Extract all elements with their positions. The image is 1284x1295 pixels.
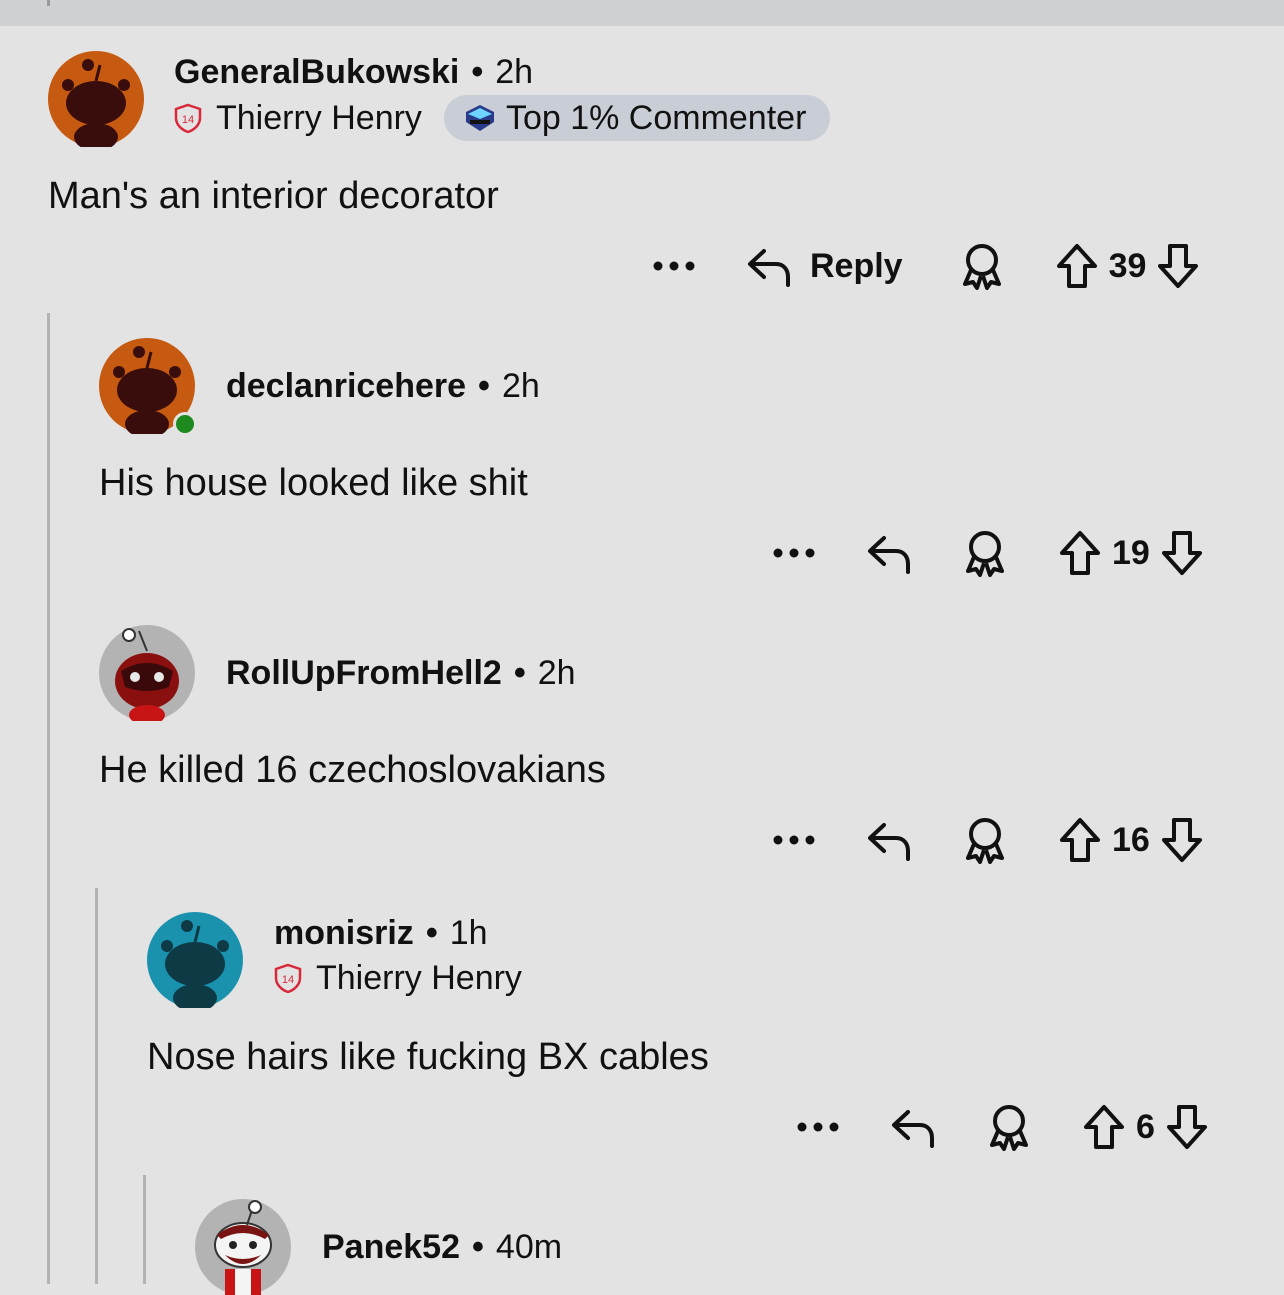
more-icon	[797, 1122, 839, 1132]
vote-count: 19	[1112, 533, 1150, 572]
downvote-button[interactable]	[1160, 816, 1204, 864]
upvote-icon	[1060, 531, 1100, 575]
comment-actions: 16	[772, 810, 1204, 870]
downvote-button[interactable]	[1156, 242, 1200, 290]
username[interactable]: monisriz	[274, 914, 414, 952]
comment-meta: Panek52 • 40m	[322, 1227, 562, 1267]
online-status-indicator	[173, 412, 197, 436]
comment-actions: Reply 39	[652, 236, 1200, 296]
more-icon	[773, 548, 815, 558]
avatar[interactable]	[99, 625, 195, 721]
custom-snoo-avatar-icon	[99, 625, 195, 721]
more-options-button[interactable]	[772, 547, 816, 559]
upvote-button[interactable]	[1058, 529, 1102, 577]
vote-count: 16	[1112, 820, 1150, 859]
award-button[interactable]	[962, 529, 1008, 577]
comment-body: Nose hairs like fucking BX cables	[147, 1036, 709, 1078]
award-button[interactable]	[986, 1103, 1032, 1151]
user-flair-row: 14 Thierry Henry Top 1% Commenter	[174, 95, 831, 141]
comment-meta: monisriz • 1h	[274, 913, 488, 953]
downvote-button[interactable]	[1160, 529, 1204, 577]
user-flair: Thierry Henry	[216, 99, 422, 137]
user-flair-row: 14 Thierry Henry	[274, 956, 522, 1000]
reply-label: Reply	[810, 246, 903, 285]
comment-body: Man's an interior decorator	[48, 175, 499, 217]
comment-body: He killed 16 czechoslovakians	[99, 749, 606, 791]
comment-body: His house looked like shit	[99, 462, 528, 504]
award-button[interactable]	[959, 242, 1005, 290]
more-options-button[interactable]	[652, 260, 696, 272]
reply-button[interactable]	[866, 817, 912, 863]
upvote-button[interactable]	[1082, 1103, 1126, 1151]
reply-icon	[868, 823, 910, 861]
avatar[interactable]	[147, 912, 243, 1008]
shield-icon: 14	[274, 963, 302, 993]
upvote-icon	[1056, 244, 1097, 288]
snoo-avatar-icon	[147, 912, 243, 1008]
reply-icon	[748, 249, 790, 287]
avatar[interactable]	[48, 51, 144, 147]
separator-dot: •	[471, 53, 484, 91]
username[interactable]: GeneralBukowski	[174, 53, 459, 91]
downvote-icon	[1161, 531, 1202, 575]
award-icon	[966, 531, 1004, 577]
timestamp: 40m	[495, 1228, 563, 1266]
upvote-icon	[1084, 1105, 1124, 1149]
reply-icon	[892, 1110, 934, 1148]
more-icon	[653, 261, 695, 271]
shield-number: 14	[282, 974, 294, 986]
downvote-icon	[1166, 1105, 1207, 1149]
downvote-icon	[1161, 818, 1202, 862]
separator-dot: •	[478, 367, 490, 405]
more-options-button[interactable]	[796, 1121, 840, 1133]
reply-button[interactable]	[866, 530, 912, 576]
vote-count: 6	[1136, 1107, 1155, 1146]
comment-meta: RollUpFromHell2 • 2h	[226, 653, 576, 693]
username[interactable]: Panek52	[322, 1228, 460, 1266]
comment-meta: GeneralBukowski • 2h	[174, 52, 533, 92]
avatar[interactable]	[99, 338, 197, 436]
timestamp: 2h	[501, 367, 540, 405]
avatar[interactable]	[195, 1199, 291, 1295]
comment-actions: 19	[772, 523, 1204, 583]
award-icon	[990, 1105, 1028, 1151]
separator-dot: •	[425, 914, 438, 952]
comment-actions: 6	[796, 1097, 1209, 1157]
timestamp: 1h	[449, 914, 488, 952]
username[interactable]: RollUpFromHell2	[226, 654, 502, 692]
badge-label: Top 1% Commenter	[505, 99, 807, 137]
shield-number: 14	[182, 114, 194, 126]
vote-count: 39	[1108, 246, 1147, 285]
custom-snoo-avatar-icon	[195, 1199, 291, 1295]
reply-icon	[868, 536, 910, 574]
timestamp: 2h	[495, 53, 534, 91]
award-button[interactable]	[962, 816, 1008, 864]
downvote-button[interactable]	[1165, 1103, 1209, 1151]
more-icon	[773, 835, 815, 845]
award-icon	[962, 244, 1001, 290]
reply-button[interactable]: Reply	[746, 243, 903, 289]
user-flair: Thierry Henry	[316, 959, 522, 997]
timestamp: 2h	[537, 654, 576, 692]
thread-line-level-1[interactable]	[47, 313, 50, 1284]
award-icon	[966, 818, 1004, 864]
top-commenter-icon	[465, 105, 494, 131]
thread-line-level-2[interactable]	[95, 888, 98, 1284]
username[interactable]: declanricehere	[226, 367, 466, 405]
reply-button[interactable]	[890, 1104, 936, 1150]
more-options-button[interactable]	[772, 834, 816, 846]
downvote-icon	[1158, 244, 1199, 288]
shield-icon: 14	[174, 103, 202, 133]
separator-dot: •	[513, 654, 526, 692]
thread-line-stub	[47, 0, 50, 6]
upvote-button[interactable]	[1058, 816, 1102, 864]
snoo-avatar-icon	[48, 51, 144, 147]
separator-dot: •	[472, 1228, 484, 1266]
achievement-badge[interactable]: Top 1% Commenter	[443, 95, 831, 141]
upvote-button[interactable]	[1055, 242, 1099, 290]
top-divider-bar	[0, 0, 1284, 26]
thread-line-level-3[interactable]	[143, 1175, 146, 1284]
upvote-icon	[1060, 818, 1100, 862]
comment-meta: declanricehere • 2h	[226, 366, 540, 406]
